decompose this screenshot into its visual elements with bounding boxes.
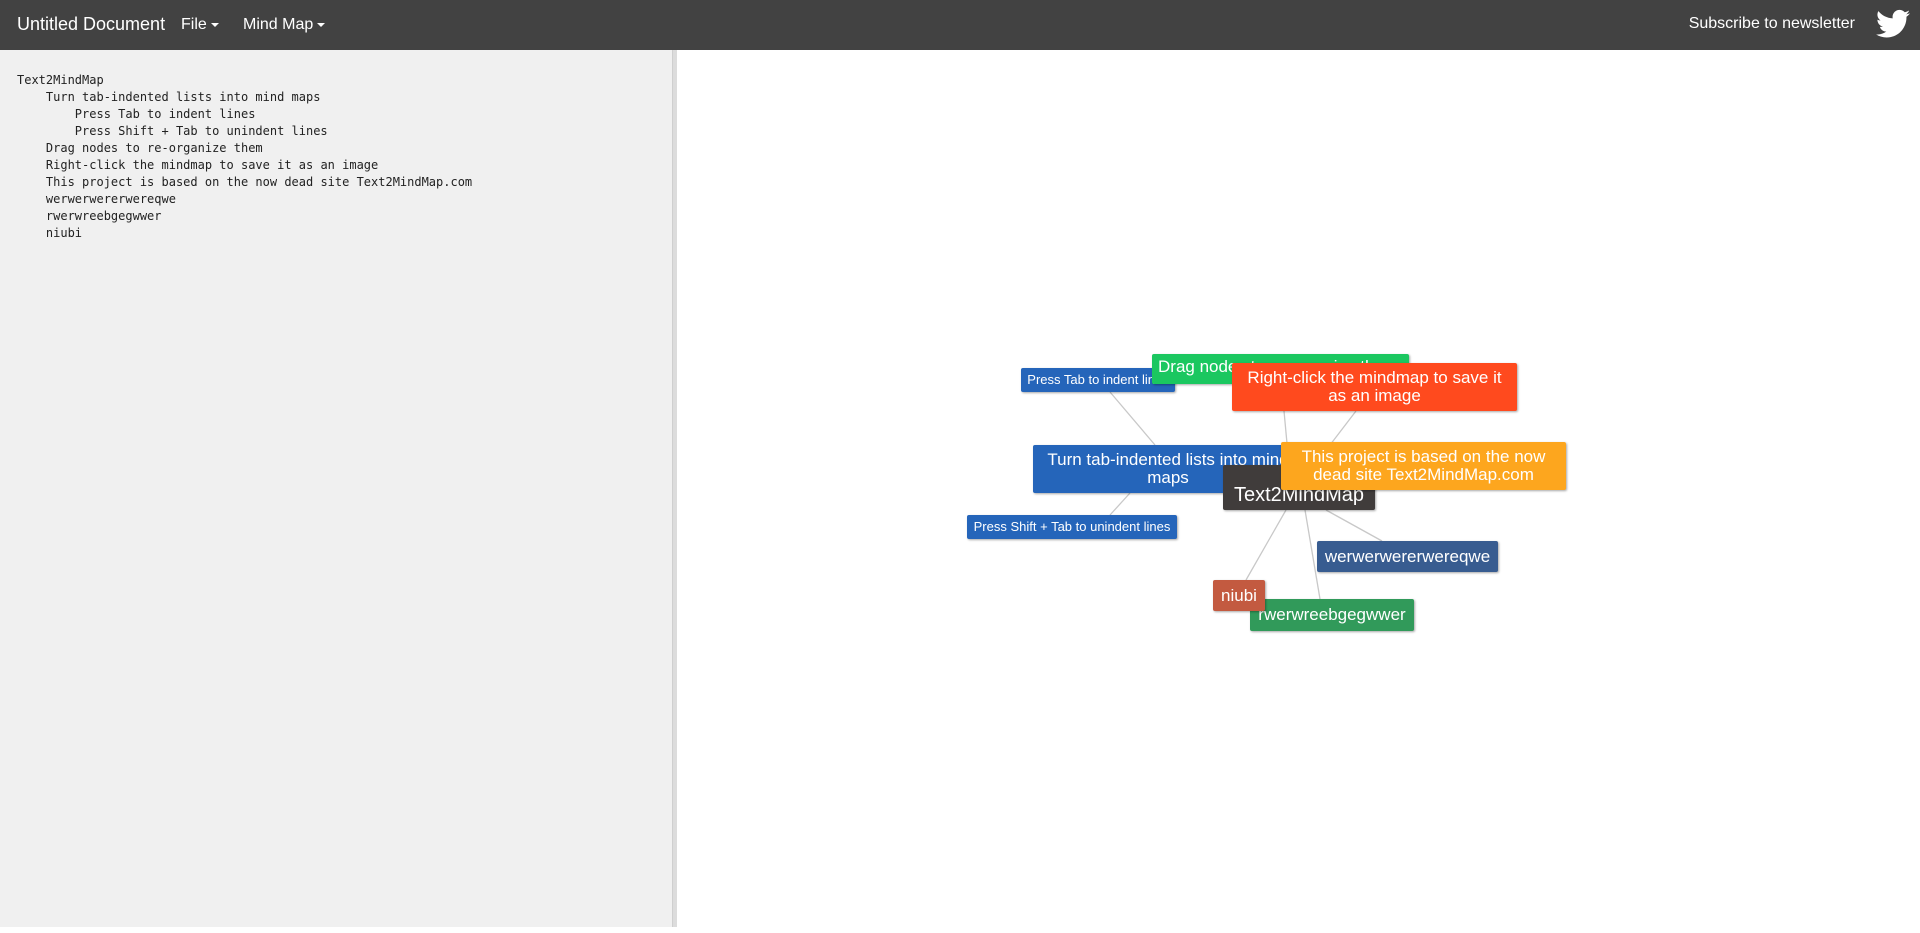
navbar: Untitled Document File Mind Map Subscrib… bbox=[0, 0, 1920, 50]
mindmap-node-werwer[interactable]: werwerwererwereqwe bbox=[1317, 541, 1498, 572]
file-menu-label: File bbox=[181, 16, 207, 33]
mindmap-node-rwerw[interactable]: rwerwreebgegwwer bbox=[1250, 599, 1414, 631]
caret-down-icon bbox=[317, 22, 326, 27]
mindmap-node-right-click[interactable]: Right-click the mindmap to save it as an… bbox=[1232, 363, 1517, 411]
mind-map-menu[interactable]: Mind Map bbox=[243, 16, 326, 34]
subscribe-link[interactable]: Subscribe to newsletter bbox=[1689, 15, 1855, 33]
mindmap-node-press-shift[interactable]: Press Shift + Tab to unindent lines bbox=[967, 515, 1177, 539]
node-label: This project is based on the now dead si… bbox=[1301, 447, 1546, 484]
outline-editor[interactable] bbox=[0, 50, 673, 933]
node-label: Right-click the mindmap to save it as an… bbox=[1247, 368, 1502, 405]
twitter-icon[interactable] bbox=[1876, 9, 1910, 39]
node-label: Press Shift + Tab to unindent lines bbox=[973, 519, 1171, 535]
node-label: niubi bbox=[1221, 585, 1257, 605]
mindmap-node-project[interactable]: This project is based on the now dead si… bbox=[1281, 442, 1566, 490]
mindmap-node-niubi[interactable]: niubi bbox=[1213, 580, 1265, 611]
text-editor-panel bbox=[0, 50, 673, 933]
node-label: Press Tab to indent lines bbox=[1027, 372, 1169, 388]
document-title[interactable]: Untitled Document bbox=[17, 14, 165, 35]
file-menu[interactable]: File bbox=[181, 16, 219, 34]
node-label: rwerwreebgegwwer bbox=[1258, 605, 1406, 625]
mind-map-menu-label: Mind Map bbox=[243, 16, 314, 33]
caret-down-icon bbox=[210, 22, 219, 27]
node-label: werwerwererwereqwe bbox=[1324, 546, 1491, 566]
